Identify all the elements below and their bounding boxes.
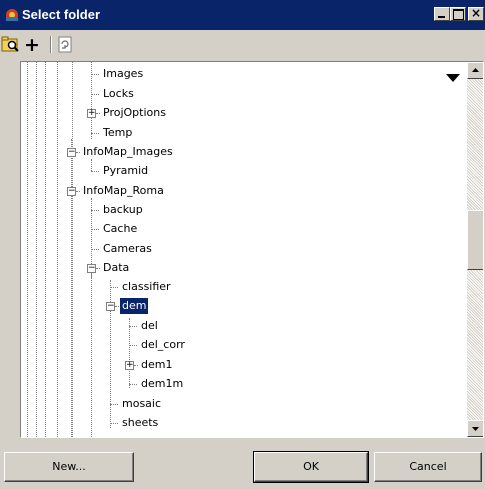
collapse-icon[interactable]: − [106,301,115,311]
tree-guide [45,62,46,437]
tree-guide [27,62,28,437]
add-folder-button[interactable]: + [21,34,41,56]
new-folder-button[interactable]: New... [4,452,134,482]
tree-node-label: Locks [103,87,134,100]
toolbar: + [0,30,485,58]
tree-guide [36,62,37,437]
tree-node-label: del [141,319,158,332]
app-icon [6,9,18,21]
tree-node-label: dem1m [141,377,184,390]
collapse-icon[interactable]: − [67,186,76,196]
vertical-scrollbar[interactable] [467,62,483,437]
tree-node-label-selected: dem [120,298,149,314]
tree-node-label: Data [103,261,130,274]
collapse-icon[interactable]: − [67,147,76,157]
tree-branch-line [91,263,92,437]
tree-node-label: sheets [122,416,159,429]
minimize-button[interactable] [434,7,450,21]
tree-node-label: Pyramid [103,164,149,177]
scrollbar-thumb[interactable] [467,210,483,270]
collapse-icon[interactable]: − [87,263,96,273]
arrow-down-icon [472,427,479,431]
cancel-button[interactable]: Cancel [374,452,482,482]
ok-button[interactable]: OK [254,452,368,482]
expand-icon[interactable]: + [87,108,96,118]
find-folder-button[interactable] [1,35,21,55]
scroll-up-button[interactable] [467,62,483,79]
toolbar-separator [50,36,52,53]
tree-node-label: mosaic [122,397,162,410]
new-button-label: New... [52,460,86,473]
dropdown-arrow-icon[interactable] [445,72,461,84]
tree-node-label: Images [103,67,144,80]
tree-viewport: Images Locks + ProjOptions Temp − InfoMa… [21,62,467,437]
tree-node-label: InfoMap_Images [83,145,173,158]
refresh-icon [58,36,72,53]
tree-node-label: Temp [103,126,133,139]
plus-icon: + [24,34,40,56]
arrow-up-icon [472,68,479,72]
tree-node-label: dem1 [141,358,173,371]
tree-node-label: Cache [103,222,138,235]
tree-node-label: del_corr [141,338,185,351]
window-title: Select folder [22,7,101,22]
select-folder-dialog: Select folder × + Images Locks + ProjOpt… [0,0,485,489]
folder-tree[interactable]: Images Locks + ProjOptions Temp − InfoMa… [20,61,484,438]
folder-search-icon [1,36,19,52]
expand-icon[interactable]: + [125,360,134,370]
tree-guide [57,62,58,437]
tree-branch-line [129,318,130,388]
scroll-down-button[interactable] [467,420,483,437]
cancel-button-label: Cancel [409,460,447,473]
tree-node-label: classifier [122,280,171,293]
close-icon: × [471,6,482,20]
tree-node-label: Cameras [103,242,152,255]
tree-guide [72,62,73,437]
ok-button-label: OK [303,460,319,473]
refresh-button[interactable] [56,35,76,55]
tree-node-label: InfoMap_Roma [83,184,164,197]
tree-node-label: backup [103,203,143,216]
maximize-button[interactable] [450,7,466,21]
tree-node-label: ProjOptions [103,106,166,119]
title-bar[interactable]: Select folder × [0,0,485,30]
close-button[interactable]: × [468,6,484,21]
